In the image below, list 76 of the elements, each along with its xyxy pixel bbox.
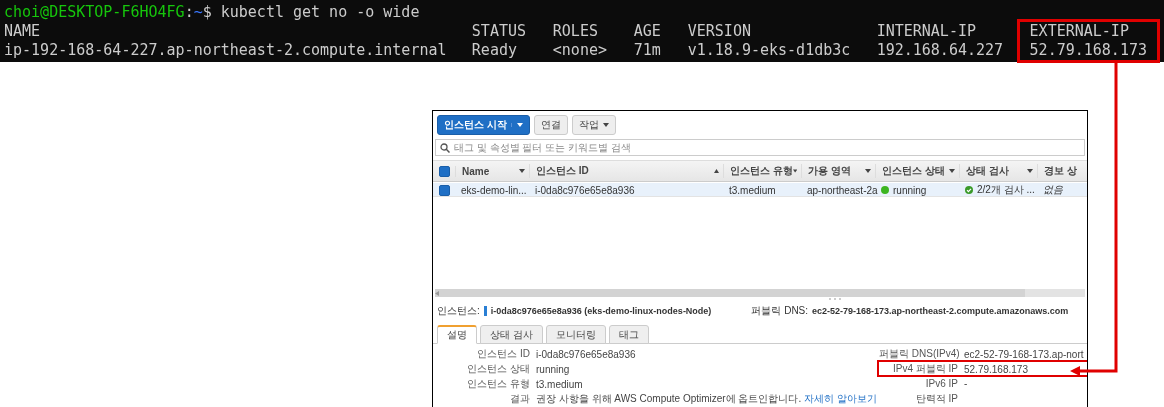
detail-value: -: [964, 378, 969, 389]
detail-label: 인스턴스 ID: [476, 347, 530, 361]
detail-label: 인스턴스 유형: [466, 377, 530, 391]
detail-label: 결과: [509, 392, 530, 406]
menu-button[interactable]: 작업: [571, 115, 616, 135]
check-icon: [965, 186, 973, 194]
search-icon: [440, 143, 450, 153]
instance-label: 인스턴스:: [437, 304, 480, 318]
tab[interactable]: 태그: [608, 325, 649, 344]
caret-icon: [1027, 169, 1033, 173]
toolbar-button[interactable]: 연결: [533, 115, 568, 135]
detail-label: IPv6 IP: [924, 378, 958, 389]
column-header: ROLES: [552, 22, 599, 41]
detail-label: 탄력적 IP: [914, 392, 958, 406]
detail-label: IPv4 퍼블릭 IP: [892, 362, 958, 376]
instance-id: i-0da8c976e65e8a936 (eks-demo-linux-nodes-Node): [490, 306, 712, 316]
column-header: NAME: [4, 22, 42, 41]
column-header: AGE: [633, 22, 662, 41]
table-cell-text: eks-demo-lin...: [460, 184, 528, 196]
column-header: STATUS: [471, 22, 527, 41]
column-header: VERSION: [687, 22, 752, 41]
search-field[interactable]: 태그 및 속성별 필터 또는 키워드별 검색: [435, 139, 1085, 156]
instance-marker-icon: [483, 306, 487, 316]
dns-label: 퍼블릭 DNS:: [751, 304, 809, 318]
column-value: v1.18.9-eks-d1db3c: [687, 41, 852, 60]
detail-value: running: [536, 363, 571, 375]
tab[interactable]: 상태 검사: [480, 325, 543, 344]
column-value: 71m: [633, 41, 662, 60]
tab[interactable]: 모니터링: [545, 325, 606, 344]
sort-icon: [714, 169, 719, 173]
column-header[interactable]: 인스턴스 ID: [529, 164, 723, 178]
caret-icon: [516, 123, 523, 127]
table-cell-text: 없음: [1042, 183, 1064, 197]
caret-icon: [519, 169, 525, 173]
caret-icon: [792, 169, 797, 173]
column-header: INTERNAL-IP: [876, 22, 977, 41]
scrollbar[interactable]: [435, 289, 1085, 297]
command-text: $ kubectl get no -o wide: [202, 3, 420, 22]
detail-value: ec2-52-79-168-173.ap-nort: [964, 348, 1085, 360]
dns-value: ec2-52-79-168-173.ap-northeast-2.compute.amazonaws.com: [812, 306, 1069, 316]
table-cell: 2/2개 검사 ...: [977, 183, 1035, 197]
checkbox[interactable]: [439, 165, 450, 177]
detail-value: 52.79.168.173: [964, 363, 1029, 375]
detail-value: 권장 사항을 위해 AWS Compute Optimizer에 옵트인합니다. 자세히 알아보기: [536, 392, 878, 406]
learn-more-link[interactable]: 자세히 알아보기: [804, 393, 877, 404]
detail-value: i-0da8c976e65e8a936: [536, 348, 637, 360]
prompt-separator: :: [184, 3, 194, 22]
table-row[interactable]: eks-demo-lin... i-0da8c976e65e8a936 t3.medium ap-northeast-2a running 2/2개 검사 ... 없음: [433, 183, 1087, 197]
detail-label: 인스턴스 상태: [466, 362, 530, 376]
column-header[interactable]: 가용 영역: [801, 164, 875, 178]
column-header[interactable]: 상태 검사: [959, 164, 1037, 178]
column-header: EXTERNAL-IP: [1029, 22, 1130, 41]
caret-icon: [602, 123, 609, 127]
column-header[interactable]: 인스턴스 상태: [875, 164, 959, 178]
column-value: 52.79.168.173: [1029, 41, 1147, 60]
table-cell-text: i-0da8c976e65e8a936: [534, 184, 636, 196]
column-value: ip-192-168-64-227.ap-northeast-2.compute.internal: [4, 41, 448, 60]
table-cell-text: t3.medium: [728, 184, 777, 196]
launch-button[interactable]: 인스턴스 시작: [437, 115, 530, 135]
detail-label: 퍼블릭 DNS(IPv4): [879, 347, 958, 361]
tab[interactable]: 설명: [437, 325, 477, 344]
column-value: Ready: [471, 41, 518, 60]
detail-value: t3.medium: [536, 378, 584, 390]
caret-icon: [865, 169, 871, 173]
column-value: <none>: [552, 41, 608, 60]
prompt-user: choi@DESKTOP-F6HO4FG: [4, 3, 185, 22]
scroll-left-icon: [435, 290, 439, 296]
column-header[interactable]: 경보 상: [1037, 164, 1087, 178]
caret-icon: [949, 169, 955, 173]
table-cell: running: [893, 184, 927, 196]
column-value: 192.168.64.227: [876, 41, 1005, 60]
column-header[interactable]: 인스턴스 유형: [723, 164, 801, 178]
prompt-path: ~: [193, 3, 203, 22]
checkbox[interactable]: [439, 184, 450, 196]
column-header[interactable]: Name: [455, 165, 529, 177]
resize-grip-icon[interactable]: [828, 297, 842, 301]
